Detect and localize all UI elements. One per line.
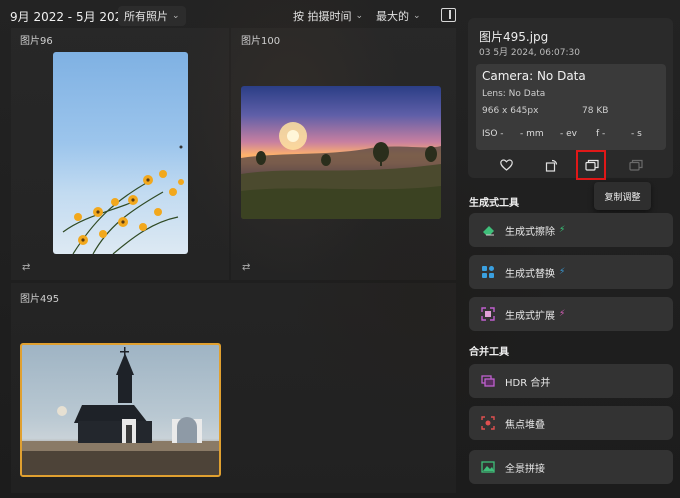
sort-label: 按 拍摄时间 [293,10,352,23]
expand-icon [481,307,495,321]
filter-dropdown[interactable]: 所有照片 ⌄ [118,6,186,26]
tool-label: 焦点堆叠 [505,419,545,431]
hdr-icon [481,374,495,388]
size-dropdown[interactable]: 最大的 ⌄ [376,8,421,24]
dimensions: 966 x 645px [482,106,539,116]
photo-label: 图片100 [241,36,281,47]
tool-label: 生成式替换 [505,268,555,280]
panorama-icon [481,460,495,474]
highlight-box [576,150,606,180]
eraser-icon [481,223,495,237]
photo-label: 图片96 [20,36,53,47]
tool-label: 生成式擦除 [505,226,555,238]
panorama-button[interactable]: 全景拼接 [469,450,673,484]
hdr-merge-button[interactable]: HDR 合并 [469,364,673,398]
photo-label: 图片495 [20,294,60,305]
exif-shutter: - s [631,129,642,139]
sparkle-icon: ⚡ [559,309,566,319]
sunset-illustration [241,122,441,219]
exif-ev: - ev [560,129,577,139]
photo-thumbnail-selected[interactable] [20,343,221,477]
merge-section-title: 合并工具 [469,347,509,358]
rotate-icon[interactable] [543,157,559,173]
heart-icon[interactable] [498,157,514,173]
photo-thumbnail[interactable] [241,86,441,219]
exif-aperture: f - [596,129,606,139]
church-illustration [22,347,219,475]
generative-replace-button[interactable]: 生成式替换 ⚡ [469,255,673,289]
generative-erase-button[interactable]: 生成式擦除 ⚡ [469,213,673,247]
chevron-down-icon: ⌄ [413,11,421,21]
generative-expand-button[interactable]: 生成式扩展 ⚡ [469,297,673,331]
chevron-down-icon: ⌄ [355,11,364,21]
focus-icon [481,416,495,430]
focus-stack-button[interactable]: 焦点堆叠 [469,406,673,440]
sparkle-icon: ⚡ [559,267,566,277]
photo-thumbnail[interactable] [53,52,188,254]
file-name: 图片495.jpg [479,30,549,44]
camera-info: Camera: No Data [482,69,586,83]
flower-illustration [62,145,184,254]
sort-dropdown[interactable]: 按 拍摄时间 ⌄ [293,8,363,24]
filter-label: 所有照片 [124,10,168,23]
panel-toggle-icon[interactable] [441,8,456,22]
generative-section-title: 生成式工具 [469,198,519,209]
chevron-down-icon: ⌄ [172,11,180,21]
tool-label: 生成式扩展 [505,310,555,322]
file-date: 03 5月 2024, 06:07:30 [479,48,580,58]
adjust-icon: ⇄ [242,262,251,273]
exif-iso: ISO - [482,129,504,139]
date-range[interactable]: 9月 2022 - 5月 2024 [10,8,130,25]
size-label: 最大的 [376,10,409,23]
replace-icon [481,265,495,279]
adjust-icon: ⇄ [22,262,31,273]
exif-focal: - mm [520,129,544,139]
paste-adjustments-icon[interactable] [628,157,644,173]
file-size: 78 KB [582,106,609,116]
tool-label: HDR 合并 [505,377,551,389]
lens-info: Lens: No Data [482,89,546,99]
tooltip: 复制调整 [594,182,651,210]
tool-label: 全景拼接 [505,463,545,475]
sparkle-icon: ⚡ [559,225,566,235]
